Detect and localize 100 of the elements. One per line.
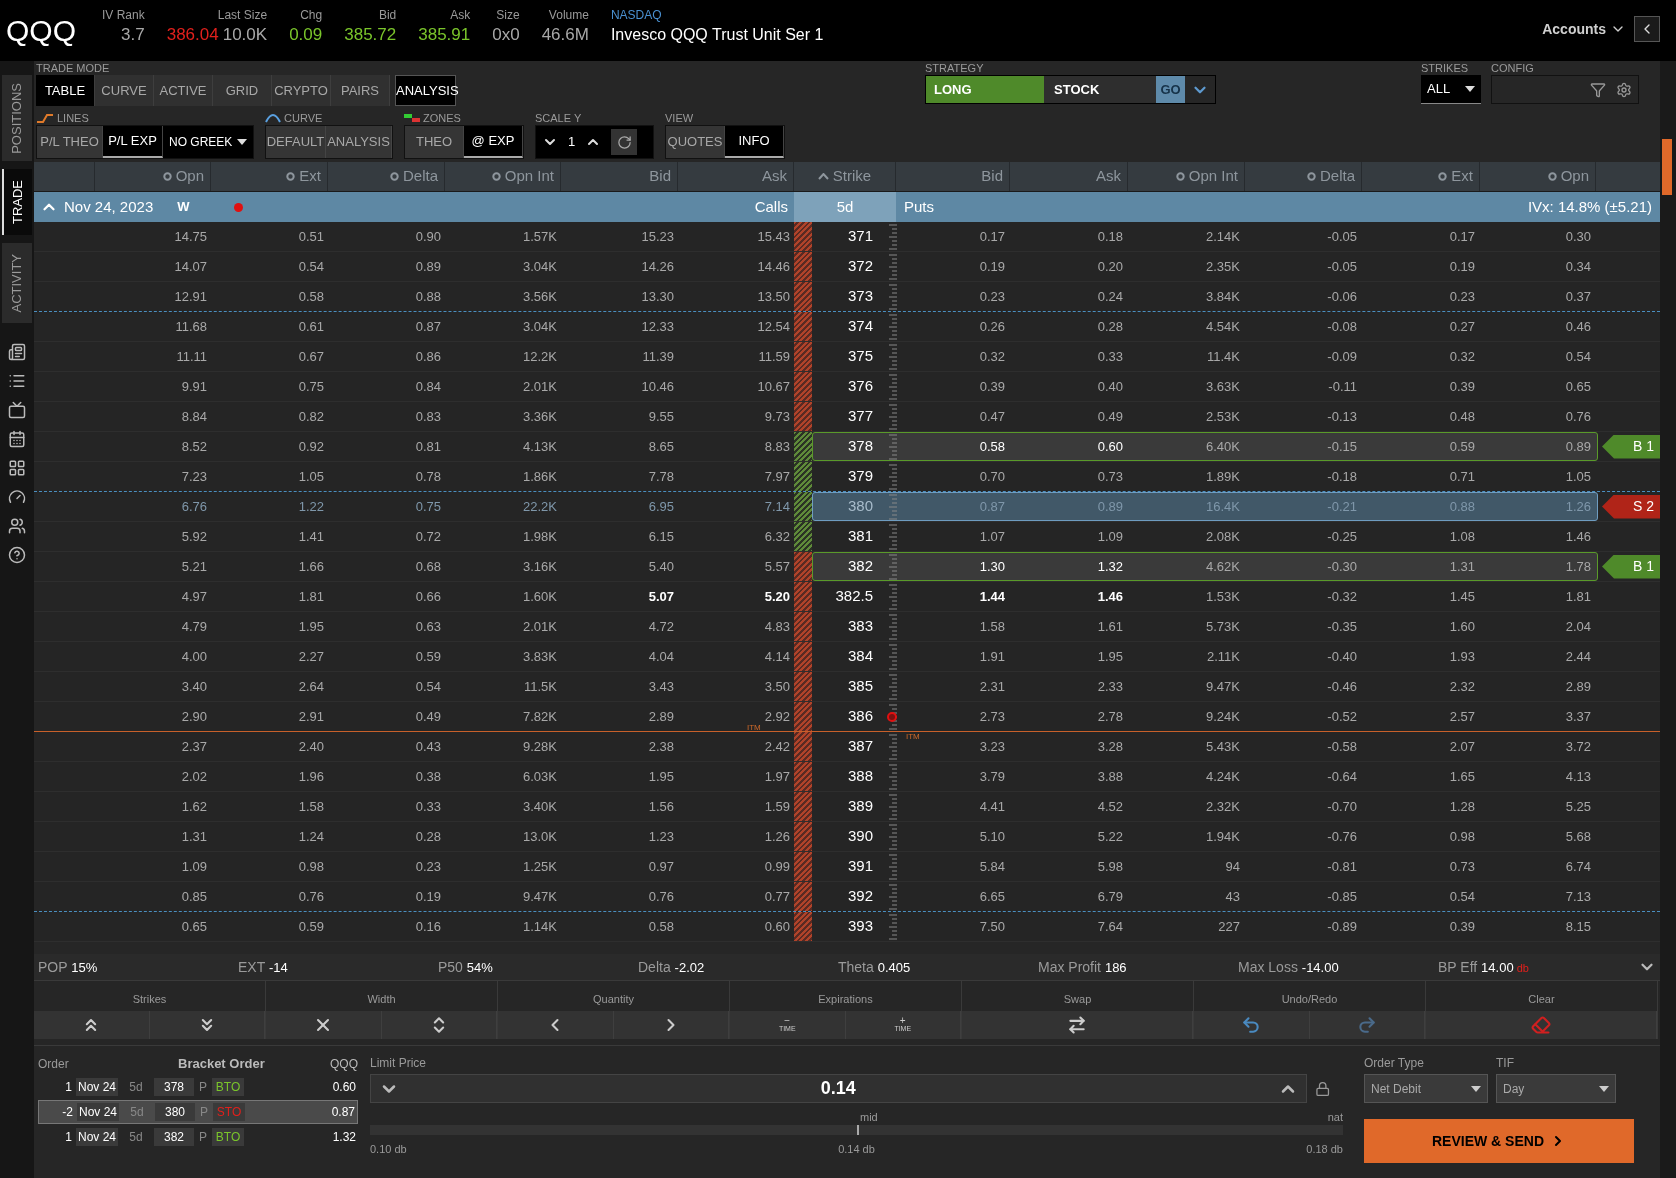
strike-price[interactable]: 383 (847, 615, 873, 638)
strategy-side-button[interactable]: LONG (926, 76, 1044, 103)
config-field[interactable] (1491, 75, 1639, 104)
strike-price[interactable]: 371 (847, 225, 873, 248)
strike-price[interactable]: 382 (847, 555, 873, 578)
column-header[interactable]: Ext (1438, 165, 1473, 188)
mode-tab[interactable]: GRID (213, 75, 272, 106)
side-tab[interactable]: TRADE (2, 169, 32, 235)
price-low: 0.10 db (370, 1142, 407, 1157)
reset-scale-button[interactable] (611, 129, 638, 155)
toggle-button[interactable]: QUOTES (666, 126, 725, 158)
grid-icon[interactable] (8, 459, 26, 477)
toggle-button[interactable]: INFO (725, 126, 784, 158)
settings-icon[interactable] (1616, 81, 1632, 98)
table-cell-text: 3.37 (1565, 707, 1591, 726)
strike-price[interactable]: 387 (847, 735, 873, 758)
lock-icon[interactable] (1314, 1080, 1330, 1097)
scrollbar[interactable] (1660, 61, 1676, 1178)
column-header[interactable]: Ext (286, 165, 321, 188)
table-cell-text: -0.25 (1327, 527, 1357, 546)
strategy-type-button[interactable]: STOCK (1044, 76, 1156, 103)
mode-tab[interactable]: CRYPTO (272, 75, 331, 106)
toggle-button[interactable]: P/L THEO (37, 126, 103, 158)
list-icon[interactable] (8, 372, 26, 390)
table-cell-text: 1.58 (298, 797, 324, 816)
strike-price[interactable]: 385 (847, 675, 873, 698)
strike-price[interactable]: 389 (847, 795, 873, 818)
strike-price[interactable]: 374 (847, 315, 873, 338)
help-icon[interactable] (8, 546, 26, 564)
strike-price[interactable]: 372 (847, 255, 873, 278)
table-cell-text: 0.51 (298, 227, 324, 246)
strike-price[interactable]: 388 (847, 765, 873, 788)
gauge-icon[interactable] (8, 488, 26, 506)
column-header[interactable]: Ask (1096, 165, 1121, 188)
slider-marker[interactable] (856, 1125, 859, 1135)
column-header[interactable]: Opn (162, 165, 204, 188)
strike-price[interactable]: 373 (847, 285, 873, 308)
strike-price[interactable]: 392 (847, 885, 873, 908)
strike-price[interactable]: 391 (847, 855, 873, 878)
users-icon[interactable] (8, 517, 26, 535)
strike-price[interactable]: 384 (847, 645, 873, 668)
expiry-row[interactable]: Nov 24, 2023 W Calls 5d Puts IVx: 14.8% (±5.21) (34, 192, 1660, 222)
circle-icon (1547, 172, 1557, 181)
toggle-button[interactable]: ANALYSIS (326, 126, 392, 158)
toggle-button[interactable]: DEFAULT (266, 126, 326, 158)
go-button[interactable]: GO (1156, 76, 1185, 103)
strike-price[interactable]: 376 (847, 375, 873, 398)
mode-tab[interactable]: PAIRS (331, 75, 390, 106)
strike-price[interactable]: 375 (847, 345, 873, 368)
column-header[interactable]: Delta (389, 165, 438, 188)
column-header[interactable]: Delta (1306, 165, 1355, 188)
table-cell-text: 2.08K (1206, 527, 1240, 546)
strike-price[interactable]: 378 (847, 435, 873, 458)
toggle-button[interactable]: THEO (405, 126, 464, 158)
column-header[interactable]: Ask (762, 165, 787, 188)
table-cell-text: 1.78 (1565, 557, 1591, 576)
column-header[interactable]: Bid (981, 165, 1003, 188)
mode-tab[interactable]: CURVE (95, 75, 154, 106)
table-cell-text: 2.91 (298, 707, 324, 726)
strike-price[interactable]: 379 (847, 465, 873, 488)
position-tag[interactable]: B 1 (1602, 554, 1660, 579)
column-header[interactable]: Opn (1547, 165, 1589, 188)
strike-price[interactable]: 382.5 (835, 585, 873, 608)
analysis-toggle[interactable]: ANALYSIS (395, 75, 456, 106)
order-leg[interactable]: 1 Nov 24 5d 382 P BTO 1.32 (38, 1125, 358, 1149)
document-icon[interactable] (8, 343, 26, 361)
strike-price[interactable]: 390 (847, 825, 873, 848)
limit-price-field[interactable]: 0.14 (370, 1074, 1307, 1103)
column-header[interactable]: Bid (649, 165, 671, 188)
price-slider[interactable] (370, 1125, 1343, 1135)
collapse-button[interactable] (1634, 16, 1660, 42)
position-tag[interactable]: S 2 (1602, 494, 1660, 519)
mode-tab[interactable]: TABLE (36, 75, 95, 106)
filter-icon[interactable] (1590, 81, 1606, 98)
column-header[interactable]: Strike (817, 165, 872, 188)
strike-price[interactable]: 393 (847, 915, 873, 938)
greek-dropdown[interactable]: NO GREEK (163, 126, 253, 158)
side-tab[interactable]: ACTIVITY (2, 243, 32, 323)
review-send-button[interactable]: REVIEW & SEND (1364, 1119, 1634, 1163)
table-cell-text: 1.45 (1449, 587, 1475, 606)
mode-tab[interactable]: ACTIVE (154, 75, 213, 106)
order-leg[interactable]: 1 Nov 24 5d 378 P BTO 0.60 (38, 1075, 358, 1099)
strike-price[interactable]: 377 (847, 405, 873, 428)
toggle-button[interactable]: P/L EXP (103, 126, 163, 158)
order-type-dropdown[interactable]: Net Debit (1364, 1074, 1488, 1103)
tif-dropdown[interactable]: Day (1496, 1074, 1616, 1103)
calendar-icon[interactable] (8, 430, 26, 448)
accounts-dropdown[interactable]: Accounts (1542, 18, 1626, 40)
position-tag[interactable]: B 1 (1602, 434, 1660, 459)
toggle-button[interactable]: @ EXP (464, 126, 523, 158)
strike-price[interactable]: 381 (847, 525, 873, 548)
column-header[interactable]: Opn Int (491, 165, 554, 188)
tv-icon[interactable] (8, 401, 26, 419)
strike-price[interactable]: 380 (847, 495, 873, 518)
column-header[interactable]: Opn Int (1175, 165, 1238, 188)
table-cell-text: -0.05 (1327, 257, 1357, 276)
order-leg[interactable]: -2 Nov 24 5d 380 P STO 0.87 (38, 1100, 358, 1124)
side-tab[interactable]: POSITIONS (2, 75, 32, 161)
strike-price[interactable]: 386 (847, 705, 873, 728)
strikes-dropdown[interactable]: ALL (1421, 75, 1481, 104)
